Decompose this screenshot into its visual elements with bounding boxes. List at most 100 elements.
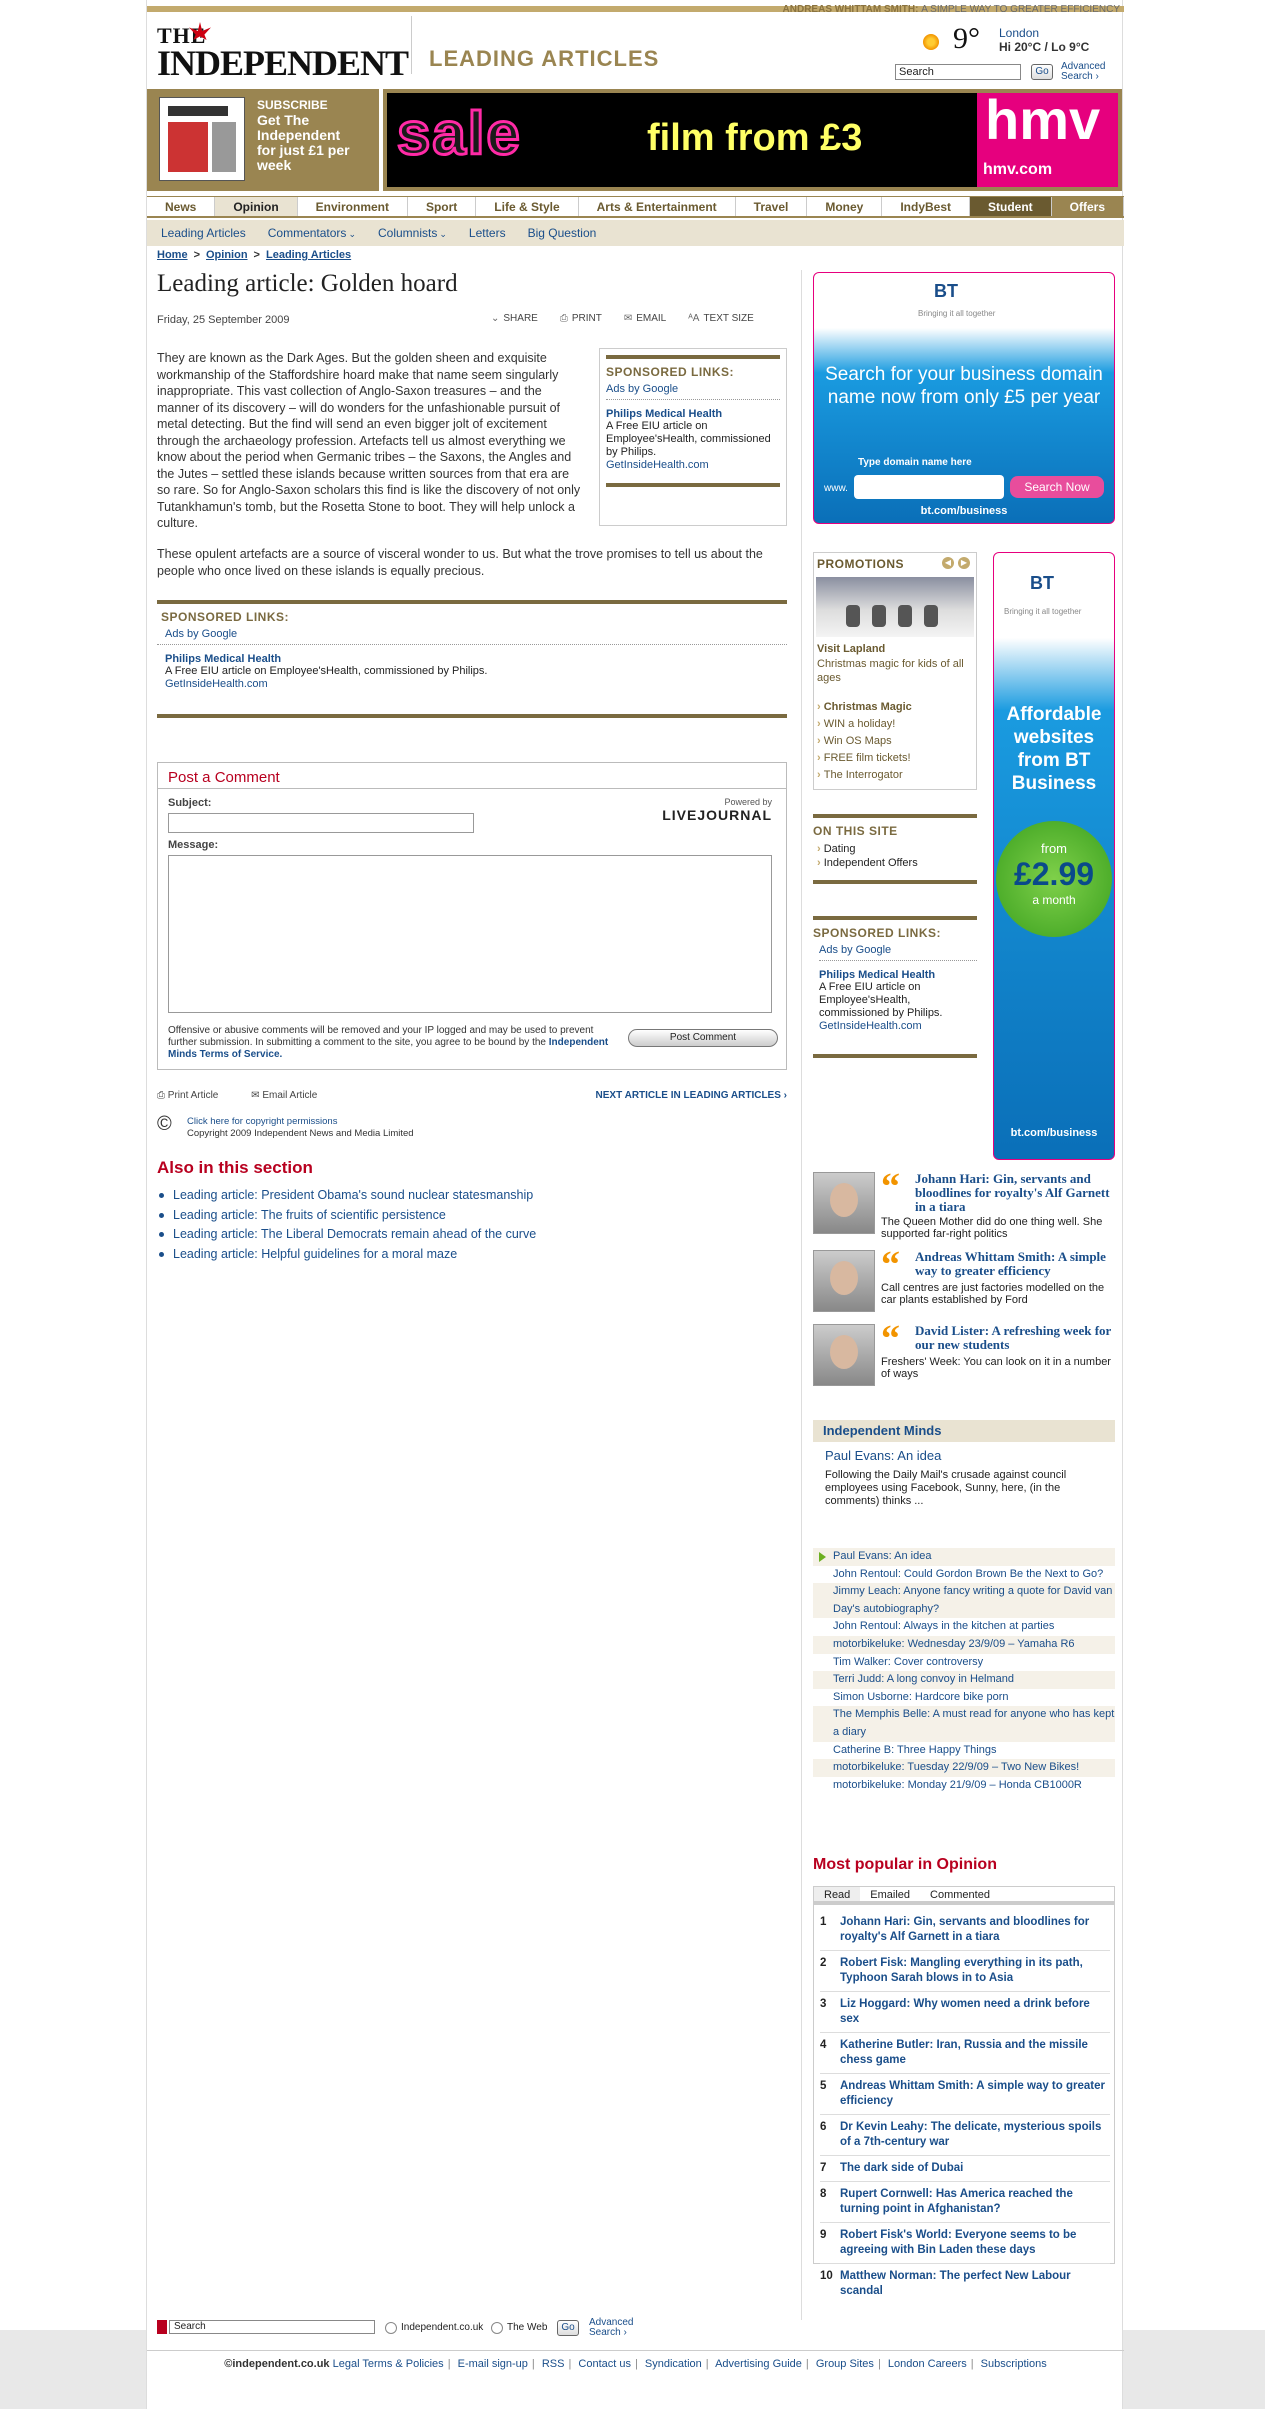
subject-input[interactable] <box>168 813 474 833</box>
popular-link[interactable]: Matthew Norman: The perfect New Labour s… <box>840 2270 1071 2297</box>
list-item[interactable]: 3 Liz Hoggard: Why women need a drink bef… <box>820 1997 1110 2033</box>
prev-arrow-icon[interactable]: ◀ <box>942 557 954 569</box>
sponsored-url[interactable]: GetInsideHealth.com <box>606 459 780 471</box>
tab-read[interactable]: Read <box>814 1887 861 1901</box>
ads-by-google-link[interactable]: Ads by Google <box>157 628 787 645</box>
onsite-item[interactable]: Independent Offers <box>817 856 973 870</box>
list-item[interactable]: Leading article: The fruits of scientifi… <box>157 1206 536 1226</box>
list-item[interactable]: 4 Katherine Butler: Iran, Russia and the … <box>820 2038 1110 2074</box>
share-button[interactable]: ⌄ SHARE <box>491 313 538 324</box>
popular-link[interactable]: Johann Hari: Gin, servants and bloodline… <box>840 1916 1089 1943</box>
list-item[interactable]: Leading article: The Liberal Democrats r… <box>157 1225 536 1245</box>
footer-link[interactable]: Advertising Guide <box>715 2358 802 2370</box>
commentator-item[interactable]: “ Andreas Whittam Smith: A simple way to… <box>813 1246 1115 1316</box>
radio-independent[interactable] <box>385 2322 397 2334</box>
tab-life-style[interactable]: Life & Style <box>476 197 579 216</box>
breadcrumb-opinion[interactable]: Opinion <box>206 249 248 261</box>
footer-link[interactable]: RSS <box>542 2358 565 2370</box>
commentator-title[interactable]: David Lister: A refreshing week for our … <box>915 1324 1115 1352</box>
promo-item[interactable]: WIN a holiday! <box>817 716 912 733</box>
tab-money[interactable]: Money <box>807 197 883 216</box>
tab-arts[interactable]: Arts & Entertainment <box>578 197 736 216</box>
tab-travel[interactable]: Travel <box>735 197 808 216</box>
subnav-leading-articles[interactable]: Leading Articles <box>161 226 246 240</box>
also-link[interactable]: Leading article: President Obama's sound… <box>173 1188 533 1202</box>
promo-item[interactable]: FREE film tickets! <box>817 750 912 767</box>
tab-opinion[interactable]: Opinion <box>215 197 298 216</box>
also-link[interactable]: Leading article: The fruits of scientifi… <box>173 1208 446 1222</box>
domain-input[interactable] <box>854 475 1004 499</box>
list-item[interactable]: 6 Dr Kevin Leahy: The delicate, mysteriou… <box>820 2120 1110 2156</box>
text-size-button[interactable]: ᴬA TEXT SIZE <box>688 313 754 324</box>
popular-link[interactable]: Andreas Whittam Smith: A simple way to g… <box>840 2080 1105 2107</box>
next-arrow-icon[interactable]: ▶ <box>958 557 970 569</box>
list-item[interactable]: motorbikeluke: Tuesday 22/9/09 – Two New… <box>813 1759 1115 1777</box>
message-textarea[interactable] <box>168 855 772 1013</box>
footer-search-input[interactable]: Search <box>169 2320 375 2334</box>
footer-link[interactable]: Group Sites <box>816 2358 874 2370</box>
ads-by-google-link[interactable]: Ads by Google <box>606 383 780 400</box>
tab-sport[interactable]: Sport <box>407 197 477 216</box>
list-item[interactable]: 7 The dark side of Dubai <box>820 2161 1110 2182</box>
list-item[interactable]: 1 Johann Hari: Gin, servants and bloodlin… <box>820 1915 1110 1951</box>
commentator-item[interactable]: “ Johann Hari: Gin, servants and bloodli… <box>813 1168 1115 1242</box>
next-article-link[interactable]: NEXT ARTICLE IN LEADING ARTICLES › <box>596 1090 787 1101</box>
search-now-button[interactable]: Search Now <box>1010 476 1104 498</box>
list-item[interactable]: The Memphis Belle: A must read for anyon… <box>813 1706 1115 1742</box>
subnav-commentators[interactable]: Commentators <box>268 226 356 240</box>
sponsored-title[interactable]: Philips Medical Health <box>819 969 977 981</box>
search-go-button[interactable]: Go <box>1031 64 1053 80</box>
list-item[interactable]: Terri Judd: A long convoy in Helmand <box>813 1671 1115 1689</box>
onsite-item[interactable]: Dating <box>817 842 973 856</box>
tab-student[interactable]: Student <box>970 197 1052 216</box>
tab-news[interactable]: News <box>147 197 216 216</box>
breadcrumb-home[interactable]: Home <box>157 249 188 261</box>
footer-advanced-link[interactable]: Advanced Search › <box>589 2318 633 2338</box>
popular-link[interactable]: Liz Hoggard: Why women need a drink befo… <box>840 1998 1090 2025</box>
footer-link[interactable]: E-mail sign-up <box>458 2358 528 2370</box>
subnav-letters[interactable]: Letters <box>469 226 506 240</box>
list-item[interactable]: Tim Walker: Cover controversy <box>813 1654 1115 1672</box>
footer-link[interactable]: Contact us <box>578 2358 631 2370</box>
ads-by-google-link[interactable]: Ads by Google <box>819 944 977 961</box>
list-item[interactable]: Leading article: Helpful guidelines for … <box>157 1245 536 1265</box>
tab-indybest[interactable]: IndyBest <box>882 197 971 216</box>
promo-item[interactable]: The Interrogator <box>817 767 912 784</box>
list-item[interactable]: 2 Robert Fisk: Mangling everything in its… <box>820 1956 1110 1992</box>
list-item[interactable]: motorbikeluke: Wednesday 23/9/09 – Yamah… <box>813 1635 1115 1654</box>
list-item[interactable]: John Rentoul: Always in the kitchen at p… <box>813 1618 1115 1636</box>
weather-city-link[interactable]: London <box>999 26 1039 40</box>
list-item[interactable]: Jimmy Leach: Anyone fancy writing a quot… <box>813 1583 1115 1619</box>
tab-offers[interactable]: Offers <box>1051 197 1125 216</box>
search-input[interactable]: Search <box>895 64 1021 80</box>
list-item[interactable]: 8 Rupert Cornwell: Has America reached th… <box>820 2187 1110 2223</box>
post-comment-button[interactable]: Post Comment <box>628 1029 778 1047</box>
footer-link[interactable]: London Careers <box>888 2358 967 2370</box>
popular-link[interactable]: Dr Kevin Leahy: The delicate, mysterious… <box>840 2121 1101 2148</box>
popular-link[interactable]: The dark side of Dubai <box>840 2162 963 2174</box>
subnav-big-question[interactable]: Big Question <box>528 226 597 240</box>
tab-commented[interactable]: Commented <box>920 1887 1000 1901</box>
minds-feature-title[interactable]: Paul Evans: An idea <box>825 1448 1103 1463</box>
top-story-link[interactable]: ANDREAS WHITTAM SMITH: A SIMPLE WAY TO G… <box>783 4 1120 15</box>
tab-emailed[interactable]: Emailed <box>860 1887 920 1901</box>
commentator-item[interactable]: “ David Lister: A refreshing week for ou… <box>813 1320 1115 1390</box>
advanced-search-link[interactable]: Advanced Search › <box>1061 62 1105 82</box>
footer-link[interactable]: Subscriptions <box>981 2358 1047 2370</box>
footer-link[interactable]: Syndication <box>645 2358 702 2370</box>
hmv-banner-ad[interactable]: sale film from £3 hmv hmv.com <box>383 88 1122 191</box>
bt-websites-ad[interactable]: BT Bringing it all together Affordable w… <box>993 552 1115 1160</box>
copyright-link[interactable]: Click here for copyright permissions <box>187 1116 337 1127</box>
subnav-columnists[interactable]: Columnists <box>378 226 447 240</box>
also-link[interactable]: Leading article: Helpful guidelines for … <box>173 1247 457 1261</box>
promo-item[interactable]: Christmas Magic <box>817 699 912 716</box>
list-item[interactable]: 10 Matthew Norman: The perfect New Labour… <box>820 2269 1110 2304</box>
list-item[interactable]: John Rentoul: Could Gordon Brown Be the … <box>813 1566 1115 1584</box>
print-button[interactable]: ⎙ PRINT <box>560 313 602 324</box>
email-article-link[interactable]: ✉ Email Article <box>251 1090 317 1101</box>
promo-title[interactable]: Visit Lapland <box>817 643 885 655</box>
footer-go-button[interactable]: Go <box>557 2320 579 2336</box>
sponsored-url[interactable]: GetInsideHealth.com <box>819 1020 977 1032</box>
commentator-title[interactable]: Andreas Whittam Smith: A simple way to g… <box>915 1250 1115 1278</box>
list-item[interactable]: Catherine B: Three Happy Things <box>813 1742 1115 1760</box>
